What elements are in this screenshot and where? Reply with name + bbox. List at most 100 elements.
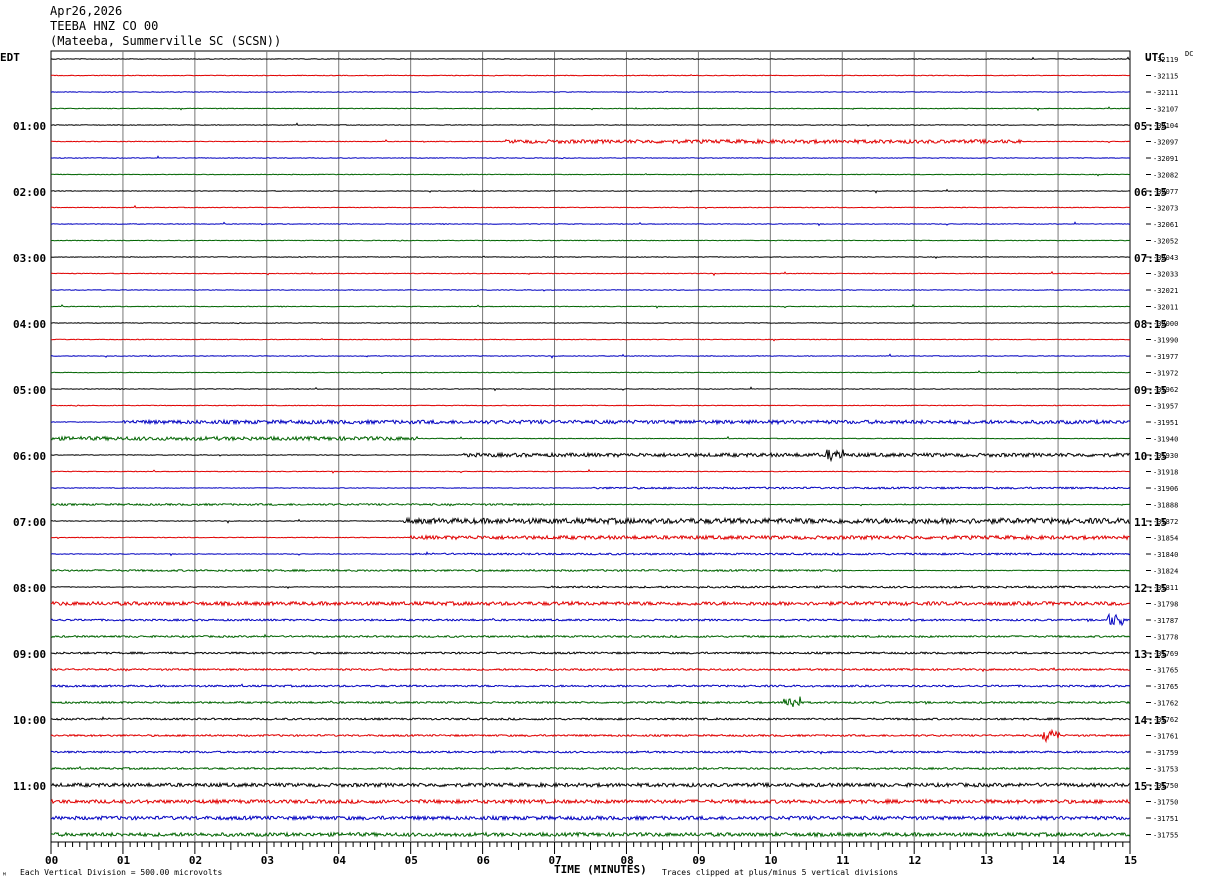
trace-30 xyxy=(50,551,1131,557)
corner-mark: ᴹ xyxy=(2,871,7,880)
x-tick-label: 04 xyxy=(333,854,347,867)
dc-offset-label: -32111 xyxy=(1153,89,1178,97)
x-tick-label: 13 xyxy=(980,854,993,867)
plot-frame xyxy=(50,50,1131,843)
dc-offset-label: -31750 xyxy=(1153,799,1178,807)
label-group: 00 01 02 03 04 05 06 07 08 09 10 11 12 13 14 15-32119-3… xyxy=(13,56,1178,867)
dc-offset-label: -31787 xyxy=(1153,617,1178,625)
x-tick-label: 02 xyxy=(189,854,202,867)
trace-41 xyxy=(50,728,1131,744)
dc-offset-label: -31762 xyxy=(1153,700,1178,708)
dc-offset-label: -31751 xyxy=(1153,815,1178,823)
left-hour-label: 05:00 xyxy=(13,384,46,397)
trace-12 xyxy=(50,255,1131,260)
trace-32 xyxy=(51,585,1131,590)
trace-6 xyxy=(51,155,1131,160)
left-hour-label: 09:00 xyxy=(13,648,46,661)
trace-1 xyxy=(50,74,1131,77)
trace-39 xyxy=(50,696,1131,708)
trace-43 xyxy=(50,765,1130,771)
dc-offset-label: -32052 xyxy=(1153,238,1178,246)
clipping-note: Traces clipped at plus/minus 5 vertical … xyxy=(662,868,898,877)
dc-offset-label: -31840 xyxy=(1153,551,1178,559)
x-tick-label: 05 xyxy=(405,854,418,867)
x-tick-label: 03 xyxy=(261,854,274,867)
left-hour-label: 06:00 xyxy=(13,450,46,463)
dc-offset-label: -32021 xyxy=(1153,287,1178,295)
trace-31 xyxy=(50,568,1131,573)
right-hour-label: 15:15 xyxy=(1134,780,1167,793)
right-hour-label: 09:15 xyxy=(1134,384,1167,397)
dc-offset-label: -31990 xyxy=(1153,337,1178,345)
x-tick-label: 01 xyxy=(117,854,131,867)
vertical-division-note: Each Vertical Division = 500.00 microvol… xyxy=(20,868,222,877)
trace-10 xyxy=(50,221,1131,227)
trace-26 xyxy=(51,486,1131,490)
dc-offset-label: -31759 xyxy=(1153,749,1178,757)
left-timezone-label: EDT xyxy=(0,51,20,64)
trace-36 xyxy=(50,651,1131,655)
trace-29 xyxy=(50,533,1130,541)
dc-offset-label: -31957 xyxy=(1153,403,1178,411)
x-tick-label: 09 xyxy=(692,854,705,867)
dc-offset-label: -31951 xyxy=(1153,419,1178,427)
dc-offset-label: -32033 xyxy=(1153,271,1178,279)
x-tick-label: 14 xyxy=(1052,854,1066,867)
trace-28 xyxy=(50,516,1131,526)
trace-27 xyxy=(50,502,1131,507)
x-axis-label: TIME (MINUTES) xyxy=(554,863,647,876)
x-tick-label: 00 xyxy=(45,854,58,867)
dc-offset-label: -31940 xyxy=(1153,436,1178,444)
trace-24 xyxy=(51,449,1131,463)
right-hour-label: 12:15 xyxy=(1134,582,1167,595)
trace-13 xyxy=(50,270,1131,277)
right-hour-label: 14:15 xyxy=(1134,714,1167,727)
trace-46 xyxy=(50,814,1131,822)
trace-25 xyxy=(50,468,1131,474)
dc-offset-label: -32115 xyxy=(1153,73,1178,81)
trace-22 xyxy=(50,418,1131,426)
left-hour-label: 02:00 xyxy=(13,186,46,199)
trace-19 xyxy=(50,370,1131,375)
left-hour-label: 11:00 xyxy=(13,780,46,793)
trace-47 xyxy=(50,831,1131,838)
dc-offset-label: -31798 xyxy=(1153,601,1178,609)
trace-4 xyxy=(50,122,1131,127)
dc-offset-label: -31765 xyxy=(1153,683,1178,691)
dc-offset-label: -31972 xyxy=(1153,370,1178,378)
x-tick-label: 06 xyxy=(477,854,491,867)
dc-offset-label: -31918 xyxy=(1153,469,1178,477)
dc-offset-label: -31761 xyxy=(1153,733,1178,741)
trace-45 xyxy=(50,797,1131,806)
x-tick-label: 12 xyxy=(908,854,921,867)
right-hour-label: 06:15 xyxy=(1134,186,1167,199)
trace-group xyxy=(50,56,1131,838)
dc-offset-label: -31888 xyxy=(1153,502,1178,510)
trace-20 xyxy=(51,386,1130,392)
dc-offset-label: -32091 xyxy=(1153,155,1178,163)
trace-2 xyxy=(50,90,1131,93)
left-hour-label: 07:00 xyxy=(13,516,46,529)
dc-offset-label: -32061 xyxy=(1153,221,1178,229)
dc-offset-label: -31753 xyxy=(1153,766,1178,774)
left-hour-label: 10:00 xyxy=(13,714,46,727)
trace-3 xyxy=(50,106,1131,112)
left-hour-label: 08:00 xyxy=(13,582,46,595)
dc-offset-label: -32011 xyxy=(1153,304,1178,312)
trace-7 xyxy=(50,173,1131,177)
trace-23 xyxy=(50,435,1130,442)
right-hour-label: 13:15 xyxy=(1134,648,1167,661)
trace-17 xyxy=(50,338,1131,342)
dc-offset-label: -31977 xyxy=(1153,353,1178,361)
trace-15 xyxy=(50,303,1131,309)
trace-35 xyxy=(50,633,1131,639)
trace-18 xyxy=(50,353,1131,359)
trace-44 xyxy=(50,781,1131,789)
dc-offset-label: -32097 xyxy=(1153,139,1178,147)
trace-21 xyxy=(50,404,1131,407)
x-tick-label: 11 xyxy=(836,854,850,867)
dc-offset-label: -31906 xyxy=(1153,485,1178,493)
right-hour-label: 11:15 xyxy=(1134,516,1167,529)
seismogram-chart: 00 01 02 03 04 05 06 07 08 09 10 11 12 13 14 15-32119-3… xyxy=(0,50,1193,880)
left-hour-label: 01:00 xyxy=(13,120,46,133)
